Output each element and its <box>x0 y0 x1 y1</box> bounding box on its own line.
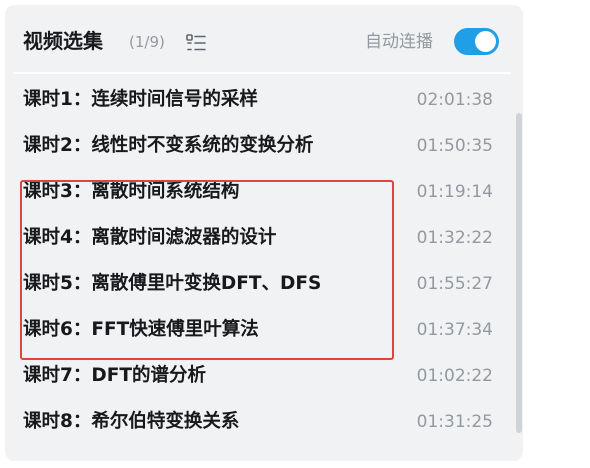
episode-count: (1/9) <box>129 33 165 51</box>
list-item[interactable]: 课时6：FFT快速傅里叶算法 01:37:34 <box>5 308 505 354</box>
episode-duration: 01:31:25 <box>416 412 493 432</box>
list-item[interactable]: 课时8：希尔伯特变换关系 01:31:25 <box>5 400 505 446</box>
episode-duration: 01:55:27 <box>416 274 493 294</box>
list-item[interactable]: 课时4：离散时间滤波器的设计 01:32:22 <box>5 216 505 262</box>
episode-duration: 01:02:22 <box>416 366 493 386</box>
episode-duration: 02:01:38 <box>416 90 493 110</box>
panel-title: 视频选集 <box>23 29 103 53</box>
list-view-icon[interactable] <box>185 32 207 54</box>
episode-title: 课时4：离散时间滤波器的设计 <box>23 227 277 248</box>
episode-title: 课时3：离散时间系统结构 <box>23 181 240 202</box>
episode-title: 课时1：连续时间信号的采样 <box>23 89 258 110</box>
episode-duration: 01:32:22 <box>416 228 493 248</box>
autoplay-toggle[interactable] <box>454 28 499 55</box>
episode-title: 课时8：希尔伯特变换关系 <box>23 411 240 432</box>
episode-duration: 01:37:34 <box>416 320 493 340</box>
list-item[interactable]: 课时2：线性时不变系统的变换分析 01:50:35 <box>5 124 505 170</box>
header-divider <box>13 72 511 74</box>
panel-header: 视频选集 (1/9) 自动连播 <box>5 5 523 75</box>
episode-title: 课时2：线性时不变系统的变换分析 <box>23 135 314 156</box>
list-item[interactable]: 课时7：DFT的谱分析 01:02:22 <box>5 354 505 400</box>
episode-title: 课时6：FFT快速傅里叶算法 <box>23 319 259 340</box>
episode-panel: 视频选集 (1/9) 自动连播 课时1：连续时间信号的采样 02:01:38 课… <box>5 5 523 461</box>
list-item[interactable]: 课时5：离散傅里叶变换DFT、DFS 01:55:27 <box>5 262 505 308</box>
episode-list: 课时1：连续时间信号的采样 02:01:38 课时2：线性时不变系统的变换分析 … <box>5 78 515 461</box>
episode-title: 课时7：DFT的谱分析 <box>23 365 206 386</box>
episode-duration: 01:50:35 <box>416 136 493 156</box>
autoplay-label: 自动连播 <box>365 32 433 52</box>
list-item[interactable]: 课时1：连续时间信号的采样 02:01:38 <box>5 78 505 124</box>
episode-duration: 01:19:14 <box>416 182 493 202</box>
scrollbar[interactable] <box>516 113 522 433</box>
list-item[interactable]: 课时3：离散时间系统结构 01:19:14 <box>5 170 505 216</box>
toggle-knob <box>475 31 496 52</box>
episode-title: 课时5：离散傅里叶变换DFT、DFS <box>23 273 322 294</box>
